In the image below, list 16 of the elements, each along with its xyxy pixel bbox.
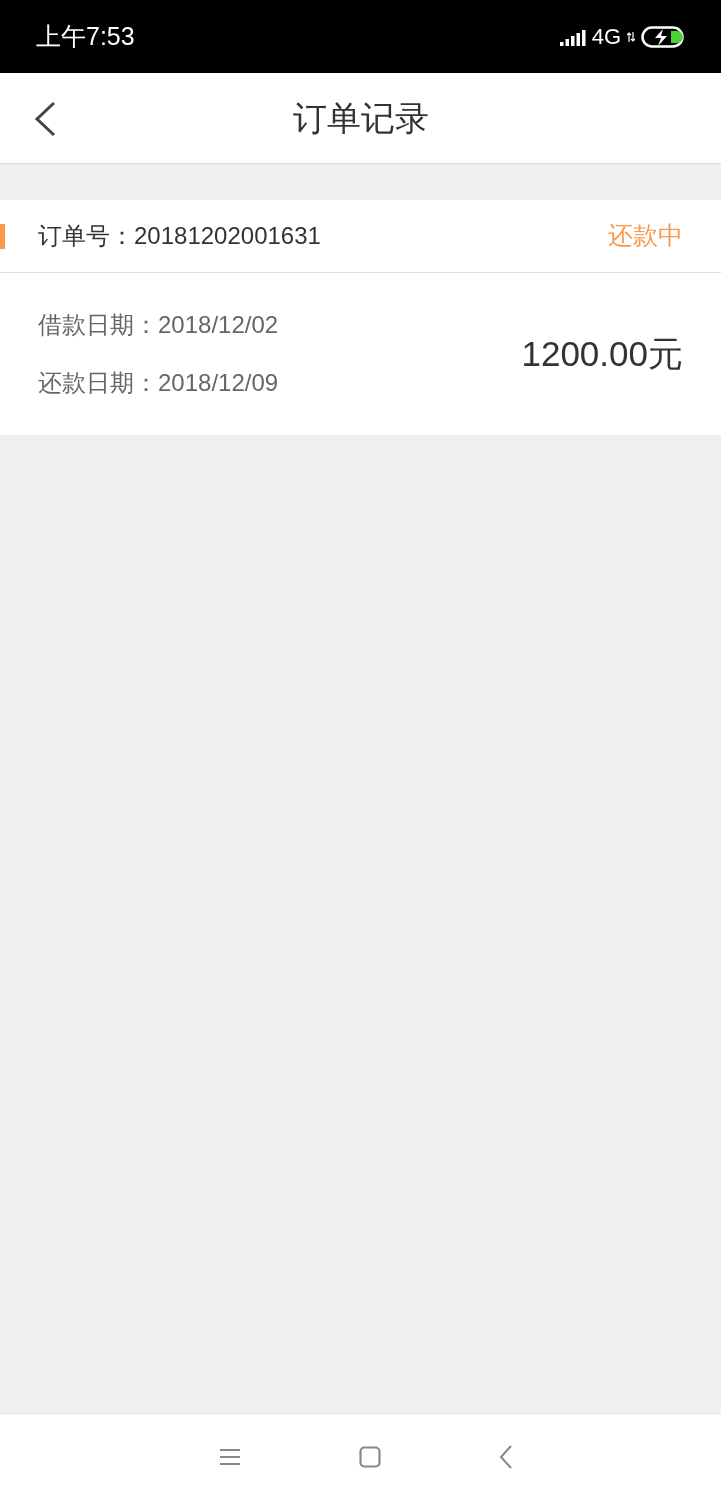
status-time: 上午7:53 <box>36 20 135 52</box>
battery-charging-icon <box>641 25 685 48</box>
order-status: 还款中 <box>608 220 683 252</box>
loan-date: 借款日期：2018/12/02 <box>38 310 279 340</box>
order-number: 订单号：20181202001631 <box>38 221 321 251</box>
order-card[interactable]: 订单号：20181202001631 还款中 借款日期：2018/12/02 还款日期：2018/12/09 1200.00元 <box>0 200 721 435</box>
data-arrows-icon <box>627 30 635 43</box>
page-title: 订单记录 <box>292 97 429 139</box>
home-icon[interactable] <box>358 1446 381 1468</box>
order-amount: 1200.00元 <box>521 332 683 375</box>
accent-bar <box>0 224 5 249</box>
menu-icon[interactable] <box>218 1448 241 1466</box>
network-label: 4G <box>591 23 621 51</box>
signal-icon <box>559 27 586 46</box>
back-icon[interactable] <box>34 101 56 137</box>
repayment-date: 还款日期：2018/12/09 <box>38 368 279 398</box>
